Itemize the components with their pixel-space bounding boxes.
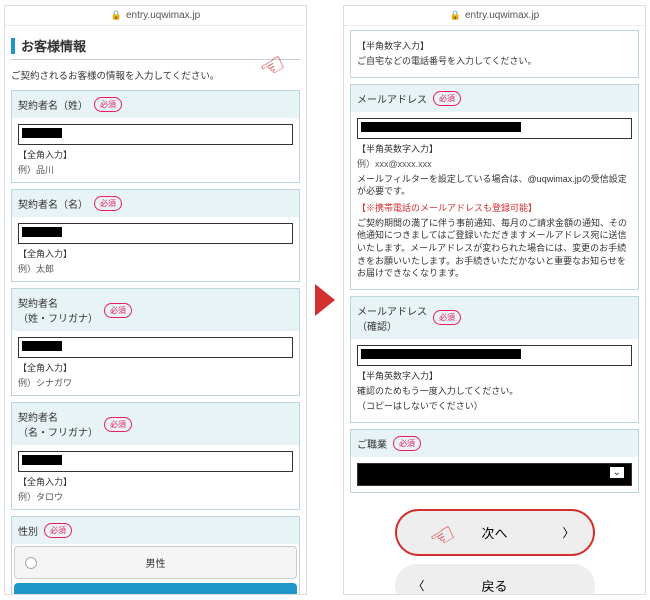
screen-left: 🔒 entry.uqwimax.jp お客様情報 ご契約されるお客様の情報を入力… [4,5,307,595]
required-badge: 必須 [94,196,122,211]
content-right: 【半角数字入力】 ご自宅などの電話番号を入力してください。 メールアドレス必須 … [344,26,645,594]
intro-text: ご契約されるお客様の情報を入力してください。 [11,68,300,82]
email-input[interactable] [357,118,632,139]
radio-female[interactable]: 女性 [14,583,297,594]
required-badge: 必須 [44,523,72,538]
required-badge: 必須 [104,417,132,432]
arrow-right-icon [315,284,335,316]
button-area: 次へ〉 〈戻る [350,499,639,594]
required-badge: 必須 [433,310,461,325]
lock-icon: 🔒 [111,10,122,21]
chevron-left-icon: 〈 [413,577,425,594]
title-accent [11,38,15,54]
field-phone-partial: 【半角数字入力】 ご自宅などの電話番号を入力してください。 [350,30,639,78]
sei-input[interactable] [18,124,293,145]
url-bar: 🔒 entry.uqwimax.jp [5,6,306,26]
meikana-input[interactable] [18,451,293,472]
label: 契約者名（姓） [18,97,88,112]
radio-male[interactable]: 男性 [14,546,297,579]
required-badge: 必須 [94,97,122,112]
field-email-confirm: メールアドレス（確認）必須 【半角英数字入力】 確認のためもう一度入力してくださ… [350,296,639,423]
mei-input[interactable] [18,223,293,244]
field-mei: 契約者名（名）必須 【全角入力】 例）太郎 [11,189,300,282]
lock-icon: 🔒 [450,10,461,21]
required-badge: 必須 [104,303,132,318]
required-badge: 必須 [393,436,421,451]
content-left: お客様情報 ご契約されるお客様の情報を入力してください。 契約者名（姓）必須 【… [5,26,306,594]
field-sei: 契約者名（姓）必須 【全角入力】 例）品川 [11,90,300,183]
next-button[interactable]: 次へ〉 [395,509,595,556]
url-text: entry.uqwimax.jp [126,10,200,21]
chevron-right-icon: 〉 [562,524,574,541]
field-seikana: 契約者名（姓・フリガナ）必須 【全角入力】 例）シナガワ [11,288,300,396]
field-job: ご職業必須 [350,429,639,493]
screen-right: 🔒 entry.uqwimax.jp 【半角数字入力】 ご自宅などの電話番号を入… [343,5,646,595]
url-text: entry.uqwimax.jp [465,10,539,21]
email-confirm-input[interactable] [357,345,632,366]
seikana-input[interactable] [18,337,293,358]
page-title: お客様情報 [21,36,86,55]
job-select[interactable] [357,463,632,486]
radio-icon [25,557,37,569]
radio-icon [25,594,37,595]
url-bar: 🔒 entry.uqwimax.jp [344,6,645,26]
required-badge: 必須 [433,91,461,106]
field-gender: 性別必須 男性 女性 [11,516,300,594]
field-email: メールアドレス必須 【半角英数字入力】 例）xxx@xxxx.xxx メールフィ… [350,84,639,290]
field-meikana: 契約者名（名・フリガナ）必須 【全角入力】 例）タロウ [11,402,300,510]
page-title-row: お客様情報 [11,36,300,60]
back-button[interactable]: 〈戻る [395,564,595,594]
label: 契約者名（名） [18,196,88,211]
